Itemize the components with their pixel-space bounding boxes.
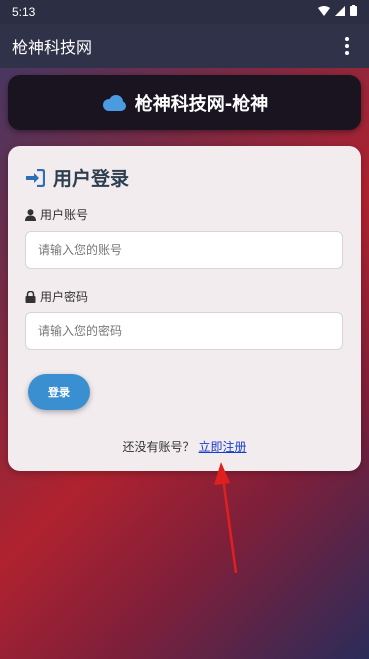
- lock-icon: [25, 290, 36, 303]
- password-label-text: 用户密码: [40, 290, 89, 304]
- register-row: 还没有账号？ 立即注册: [8, 438, 361, 455]
- sign-in-icon: [25, 168, 45, 187]
- battery-icon: [350, 5, 357, 19]
- login-title-text: 用户登录: [53, 168, 130, 190]
- password-label: 用户密码: [25, 288, 88, 305]
- banner-text: 枪神科技网-枪神: [134, 93, 269, 115]
- cloud-icon: [101, 94, 127, 112]
- password-input[interactable]: [25, 312, 343, 350]
- username-label: 用户账号: [25, 206, 88, 223]
- register-prompt: 还没有账号？: [122, 440, 195, 454]
- more-options-icon[interactable]: [337, 37, 357, 55]
- username-input[interactable]: [25, 231, 343, 269]
- status-time: 5:13: [12, 5, 36, 19]
- user-icon: [25, 208, 36, 221]
- app-bar: 枪神科技网: [0, 24, 369, 68]
- site-banner: 枪神科技网-枪神: [8, 75, 361, 130]
- login-button[interactable]: 登录: [28, 374, 90, 410]
- login-card: 用户登录 用户账号 用户密码 登录 还没有账号？ 立即注册: [8, 146, 361, 471]
- username-label-text: 用户账号: [40, 208, 89, 222]
- app-title: 枪神科技网: [12, 38, 93, 57]
- register-link[interactable]: 立即注册: [199, 440, 247, 454]
- signal-icon: [335, 5, 345, 19]
- wifi-icon: [318, 5, 330, 19]
- login-title: 用户登录: [25, 164, 129, 191]
- status-bar: 5:13: [0, 0, 369, 24]
